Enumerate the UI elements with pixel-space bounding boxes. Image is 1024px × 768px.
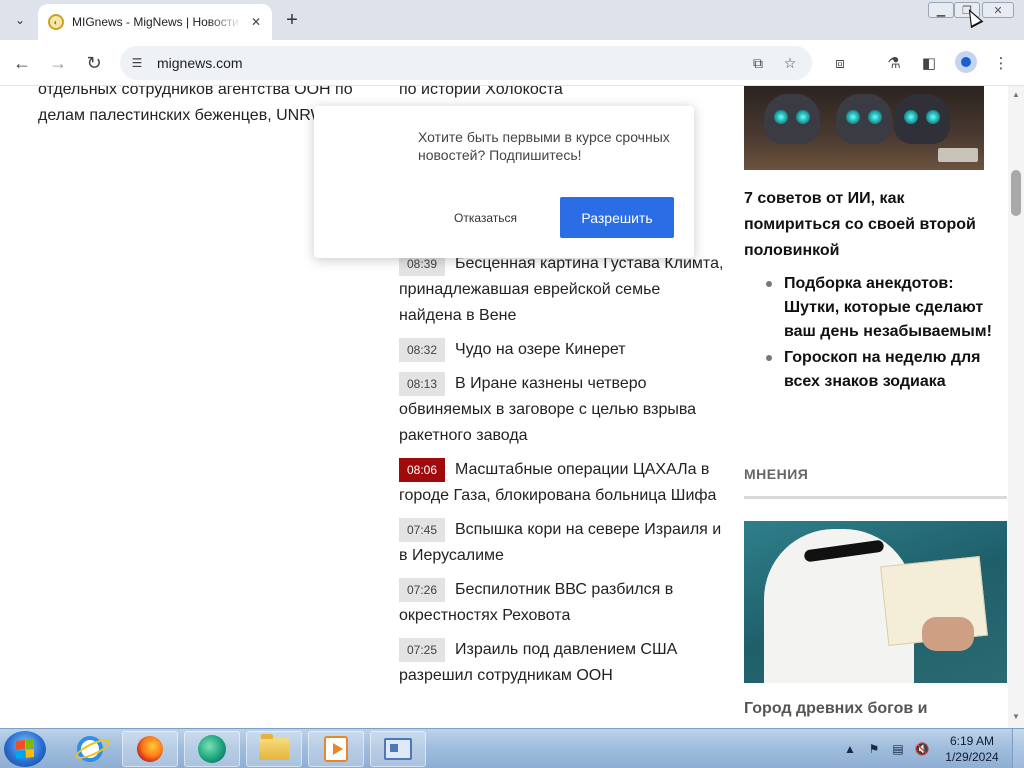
windows-logo-icon bbox=[16, 739, 34, 759]
related-link-item[interactable]: Подборка анекдотов: Шутки, которые сдела… bbox=[744, 272, 994, 344]
windows-taskbar: ▲ ⚑ ▤ 🔇 6:19 AM 1/29/2024 bbox=[0, 728, 1024, 768]
news-time-badge: 08:06 bbox=[399, 458, 445, 482]
extensions-icon[interactable]: ⧈ bbox=[829, 52, 851, 74]
ai-robots-image[interactable] bbox=[744, 86, 984, 170]
page-scrollbar[interactable]: ▲ ▼ bbox=[1008, 86, 1024, 728]
tab-search-button[interactable]: ⌄ bbox=[8, 8, 32, 32]
news-feed-item[interactable]: 08:39 Бесценная картина Густава Климта, п… bbox=[399, 251, 727, 329]
opinion-article-image[interactable] bbox=[744, 521, 1007, 683]
taskbar-control-panel[interactable] bbox=[370, 731, 426, 767]
news-time-badge: 07:45 bbox=[399, 518, 445, 542]
push-notification-prompt: Хотите быть первыми в курсе срочных ново… bbox=[314, 106, 694, 258]
browser-tab-mignews[interactable]: ◐ MIGnews - MigNews | Новости ✕ bbox=[38, 4, 272, 40]
news-feed-item[interactable]: по истории Холокоста bbox=[399, 86, 727, 103]
clock-date: 1/29/2024 bbox=[945, 750, 999, 764]
news-time-badge: 08:13 bbox=[399, 372, 445, 396]
related-links-list: Подборка анекдотов: Шутки, которые сдела… bbox=[744, 272, 994, 396]
internet-explorer-icon bbox=[77, 736, 103, 762]
taskbar-media-player[interactable] bbox=[308, 731, 364, 767]
folder-icon bbox=[259, 734, 289, 760]
section-divider bbox=[744, 496, 1007, 499]
edge-icon bbox=[198, 735, 226, 763]
opinions-section-heading[interactable]: МНЕНИЯ bbox=[744, 466, 808, 482]
news-feed-item[interactable]: 08:32 Чудо на озере Кинерет bbox=[399, 337, 727, 363]
bookmark-star-icon[interactable]: ☆ bbox=[780, 53, 800, 73]
taskbar-edge[interactable] bbox=[184, 731, 240, 767]
side-panel-icon[interactable]: ◧ bbox=[918, 52, 940, 74]
system-clock[interactable]: 6:19 AM 1/29/2024 bbox=[940, 733, 1004, 765]
tab-title: MIGnews - MigNews | Новости bbox=[72, 15, 239, 29]
profile-avatar[interactable] bbox=[955, 51, 977, 73]
mignews-favicon-icon: ◐ bbox=[48, 14, 64, 30]
browser-tab-bar: ⌄ ◐ MIGnews - MigNews | Новости ✕ + ▁ ❐ … bbox=[0, 0, 1024, 40]
control-panel-icon bbox=[384, 738, 412, 760]
web-page: отдельных сотрудников агентства ООН по д… bbox=[0, 86, 1008, 728]
media-player-icon bbox=[324, 736, 348, 762]
show-hidden-icons-icon[interactable]: ▲ bbox=[842, 741, 858, 757]
related-link-item[interactable]: Гороскоп на неделю для всех знаков зодиа… bbox=[744, 346, 994, 394]
news-feed-item[interactable]: 07:25 Израиль под давлением США разрешил … bbox=[399, 637, 727, 689]
minimize-icon: ▁ bbox=[936, 4, 946, 17]
network-icon[interactable]: ▤ bbox=[890, 741, 906, 757]
scroll-up-icon[interactable]: ▲ bbox=[1011, 90, 1021, 100]
taskbar-firefox[interactable] bbox=[122, 731, 178, 767]
allow-button[interactable]: Разрешить bbox=[560, 197, 674, 238]
profile-icon bbox=[961, 57, 971, 67]
taskbar-file-explorer[interactable] bbox=[246, 731, 302, 767]
opinion-article-link[interactable]: Город древних богов и bbox=[744, 700, 928, 718]
address-bar[interactable]: ☰ mignews.com ⧉ ☆ bbox=[120, 46, 812, 80]
scroll-down-icon[interactable]: ▼ bbox=[1011, 712, 1021, 722]
notification-message: Хотите быть первыми в курсе срочных ново… bbox=[418, 129, 670, 163]
news-feed-item[interactable]: 07:26 Беспилотник ВВС разбился в окрестно… bbox=[399, 577, 727, 629]
reload-icon: ↻ bbox=[86, 52, 102, 73]
chevron-down-icon: ⌄ bbox=[14, 13, 26, 27]
window-close-button[interactable]: ✕ bbox=[982, 2, 1014, 18]
news-headline-link[interactable]: Вспышка кори на севере Израиля и в Иерус… bbox=[399, 521, 721, 564]
left-article-snippet[interactable]: отдельных сотрудников агентства ООН по д… bbox=[38, 86, 358, 129]
arrow-right-icon: → bbox=[49, 52, 67, 73]
new-tab-button[interactable]: + bbox=[280, 8, 304, 32]
news-headline-link[interactable]: Бесценная картина Густава Климта, принад… bbox=[399, 255, 723, 324]
start-button[interactable] bbox=[4, 731, 46, 767]
translate-icon[interactable]: ⧉ bbox=[748, 53, 768, 73]
scroll-thumb[interactable] bbox=[1011, 170, 1021, 216]
site-info-icon[interactable]: ☰ bbox=[128, 54, 146, 72]
arrow-left-icon: ← bbox=[13, 52, 31, 73]
close-icon: ✕ bbox=[993, 4, 1003, 17]
close-tab-icon[interactable]: ✕ bbox=[248, 14, 264, 30]
news-headline-link[interactable]: Чудо на озере Кинерет bbox=[455, 341, 626, 358]
feature-article-link[interactable]: 7 советов от ИИ, как помириться со своей… bbox=[744, 186, 994, 264]
firefox-icon bbox=[137, 736, 163, 762]
volume-muted-icon[interactable]: 🔇 bbox=[914, 741, 930, 757]
back-button[interactable]: ← bbox=[10, 51, 34, 75]
action-center-flag-icon[interactable]: ⚑ bbox=[866, 741, 882, 757]
news-feed-item[interactable]: 07:45 Вспышка кори на севере Израиля и в … bbox=[399, 517, 727, 569]
window-minimize-button[interactable]: ▁ bbox=[928, 2, 954, 18]
decline-button[interactable]: Отказаться bbox=[454, 198, 517, 238]
clock-time: 6:19 AM bbox=[949, 734, 995, 748]
news-headline-link[interactable]: по истории Холокоста bbox=[399, 86, 563, 98]
news-time-badge: 07:25 bbox=[399, 638, 445, 662]
browser-toolbar: ← → ↻ ☰ mignews.com ⧉ ☆ ⧈ ⚗ ◧ ⋮ bbox=[0, 40, 1024, 86]
url-text[interactable]: mignews.com bbox=[157, 55, 243, 71]
forward-button[interactable]: → bbox=[46, 51, 70, 75]
reload-button[interactable]: ↻ bbox=[82, 51, 106, 75]
more-menu-icon[interactable]: ⋮ bbox=[990, 52, 1012, 74]
news-time-badge: 08:32 bbox=[399, 338, 445, 362]
news-time-badge: 07:26 bbox=[399, 578, 445, 602]
show-desktop-button[interactable] bbox=[1012, 729, 1024, 768]
news-feed-item[interactable]: 08:06 Масштабные операции ЦАХАЛа в городе… bbox=[399, 457, 727, 509]
news-feed-item[interactable]: 08:13 В Иране казнены четверо обвиняемых … bbox=[399, 371, 727, 449]
news-headline-link[interactable]: Масштабные операции ЦАХАЛа в городе Газа… bbox=[399, 461, 716, 504]
labs-flask-icon[interactable]: ⚗ bbox=[883, 52, 905, 74]
taskbar-internet-explorer[interactable] bbox=[62, 731, 118, 767]
